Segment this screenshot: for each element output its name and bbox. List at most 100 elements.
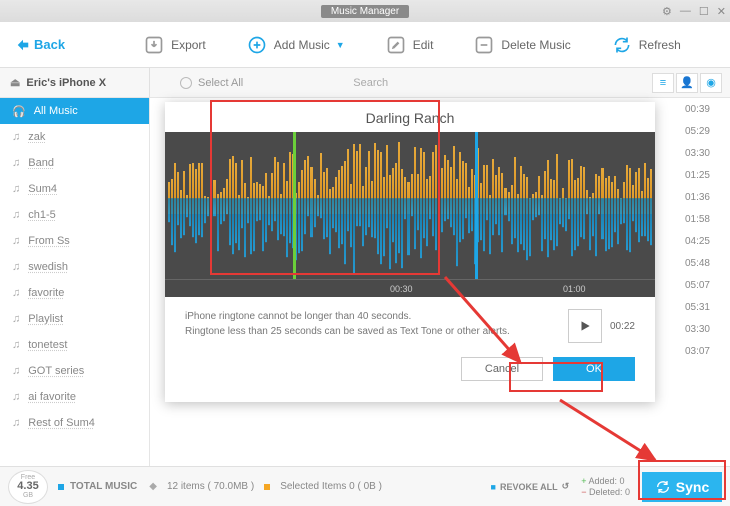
duration-value: 03:30 bbox=[685, 324, 710, 335]
sync-button[interactable]: Sync bbox=[642, 472, 722, 502]
play-icon bbox=[578, 319, 592, 333]
edit-icon bbox=[385, 34, 407, 56]
time-axis: 00:30 01:00 bbox=[165, 279, 655, 297]
list-view-icon[interactable]: ≡ bbox=[652, 73, 674, 93]
music-note-icon: ♫ bbox=[12, 287, 20, 299]
refresh-label: Refresh bbox=[639, 38, 681, 52]
refresh-button[interactable]: Refresh bbox=[611, 34, 681, 56]
duration-value: 00:39 bbox=[685, 104, 710, 115]
sidebar-item[interactable]: ♫Playlist bbox=[0, 306, 149, 332]
sidebar-item[interactable]: 🎧 All Music bbox=[0, 98, 149, 124]
window-controls: ⚙ — ☐ ✕ bbox=[662, 5, 726, 18]
info-line-1: iPhone ringtone cannot be longer than 40… bbox=[185, 309, 568, 324]
music-note-icon: ♫ bbox=[12, 339, 20, 351]
view-toggle: ≡ 👤 ◉ bbox=[652, 73, 722, 93]
music-note-icon: ♫ bbox=[12, 365, 20, 377]
waveform[interactable]: 00:30 01:00 bbox=[165, 132, 655, 297]
modal-info-text: iPhone ringtone cannot be longer than 40… bbox=[185, 309, 568, 343]
sidebar-item-label: swedish bbox=[28, 261, 68, 273]
device-selector[interactable]: ⏏ Eric's iPhone X bbox=[0, 68, 150, 97]
undo-icon: ↺ bbox=[562, 481, 570, 492]
sidebar-item[interactable]: ♫ tonetest bbox=[0, 332, 149, 358]
sidebar-item-label: tonetest bbox=[28, 339, 67, 351]
sidebar-item-label: favorite bbox=[28, 287, 64, 299]
free-space-badge: Free 4.35 GB bbox=[8, 470, 48, 504]
free-unit: GB bbox=[23, 492, 33, 499]
user-add-icon[interactable]: 👤 bbox=[676, 73, 698, 93]
sync-label: Sync bbox=[676, 479, 709, 495]
sidebar-item[interactable]: ♫ swedish bbox=[0, 254, 149, 280]
edit-button[interactable]: Edit bbox=[385, 34, 434, 56]
sidebar-item[interactable]: ♫Band bbox=[0, 150, 149, 176]
duration-value: 05:07 bbox=[685, 280, 710, 291]
deleted-count: Deleted: 0 bbox=[589, 487, 630, 497]
maximize-icon[interactable]: ☐ bbox=[699, 5, 709, 18]
ringtone-modal: Darling Ranch 00:30 01:00 iPhone rington… bbox=[165, 102, 655, 402]
refresh-icon bbox=[611, 34, 633, 56]
sidebar-item[interactable]: ♫ch1-5 bbox=[0, 202, 149, 228]
music-note-icon: ♫ bbox=[12, 261, 20, 273]
music-note-icon: ♫ bbox=[12, 417, 20, 429]
play-time: 00:22 bbox=[610, 319, 635, 334]
music-note-icon: ♫ bbox=[12, 157, 20, 169]
toolbar: Back Export Add Music ▼ Edit Delete Musi… bbox=[0, 22, 730, 68]
sidebar-item[interactable]: ♫ GOT series bbox=[0, 358, 149, 384]
dropdown-icon: ▼ bbox=[336, 40, 345, 50]
duration-value: 01:58 bbox=[685, 214, 710, 225]
music-note-icon: ♫ bbox=[12, 235, 20, 247]
sidebar-item-label: All Music bbox=[34, 105, 78, 117]
dot-icon bbox=[58, 484, 64, 490]
duration-value: 01:36 bbox=[685, 192, 710, 203]
export-button[interactable]: Export bbox=[143, 34, 206, 56]
footer: Free 4.35 GB TOTAL MUSIC ◆ 12 items ( 70… bbox=[0, 466, 730, 506]
minimize-icon[interactable]: — bbox=[680, 5, 691, 18]
search-input[interactable]: Search bbox=[353, 77, 652, 89]
back-label: Back bbox=[34, 37, 65, 52]
duration-value: 04:25 bbox=[685, 236, 710, 247]
revoke-all-button[interactable]: ■ REVOKE ALL ↺ bbox=[491, 481, 570, 492]
back-button[interactable]: Back bbox=[8, 33, 73, 56]
sidebar-item[interactable]: ♫Sum4 bbox=[0, 176, 149, 202]
play-button[interactable] bbox=[568, 309, 602, 343]
start-marker[interactable] bbox=[293, 132, 296, 279]
add-music-button[interactable]: Add Music ▼ bbox=[246, 34, 345, 56]
globe-icon[interactable]: ◉ bbox=[700, 73, 722, 93]
duration-value: 05:48 bbox=[685, 258, 710, 269]
revoke-icon: ■ bbox=[491, 482, 496, 492]
time-tick-2: 01:00 bbox=[563, 284, 586, 294]
delete-icon bbox=[473, 34, 495, 56]
music-note-icon: ♫ bbox=[12, 209, 20, 221]
export-label: Export bbox=[171, 38, 206, 52]
dot-icon bbox=[264, 484, 270, 490]
music-note-icon: 🎧 bbox=[12, 105, 26, 118]
sidebar-item[interactable]: ♫ From Ss bbox=[0, 228, 149, 254]
sidebar-item-label: Playlist bbox=[28, 313, 63, 325]
select-all-checkbox[interactable]: Select All bbox=[180, 77, 243, 89]
close-icon[interactable]: ✕ bbox=[717, 5, 726, 18]
settings-icon[interactable]: ⚙ bbox=[662, 5, 672, 18]
total-music-label: TOTAL MUSIC bbox=[70, 481, 137, 492]
ok-button[interactable]: OK bbox=[553, 357, 635, 381]
added-count: Added: 0 bbox=[588, 476, 624, 486]
sidebar-item-label: Rest of Sum4 bbox=[28, 417, 95, 429]
add-music-label: Add Music bbox=[274, 38, 330, 52]
sidebar-item[interactable]: ♫ Rest of Sum4 bbox=[0, 410, 149, 436]
selected-label: Selected Items 0 ( 0B ) bbox=[280, 481, 382, 492]
delete-button[interactable]: Delete Music bbox=[473, 34, 570, 56]
end-marker[interactable] bbox=[475, 132, 478, 279]
delete-label: Delete Music bbox=[501, 38, 570, 52]
app-title: Music Manager bbox=[321, 5, 409, 18]
time-tick-1: 00:30 bbox=[390, 284, 413, 294]
sidebar-item[interactable]: ♫zak bbox=[0, 124, 149, 150]
sync-icon bbox=[655, 479, 671, 495]
sidebar: 🎧All Music♫zak♫Band♫Sum4♫ch1-5♫From Ss♫s… bbox=[0, 98, 150, 466]
duration-value: 05:31 bbox=[685, 302, 710, 313]
sidebar-item[interactable]: ♫ai favorite bbox=[0, 384, 149, 410]
cancel-button[interactable]: Cancel bbox=[461, 357, 543, 381]
sidebar-item[interactable]: ♫ favorite bbox=[0, 280, 149, 306]
duration-column: 00:3905:2903:3001:2501:3601:5804:2505:48… bbox=[685, 104, 710, 357]
music-note-icon: ♫ bbox=[12, 131, 20, 143]
sidebar-item-label: GOT series bbox=[28, 365, 84, 377]
sidebar-item-label: From Ss bbox=[28, 235, 70, 247]
titlebar: Music Manager ⚙ — ☐ ✕ bbox=[0, 0, 730, 22]
